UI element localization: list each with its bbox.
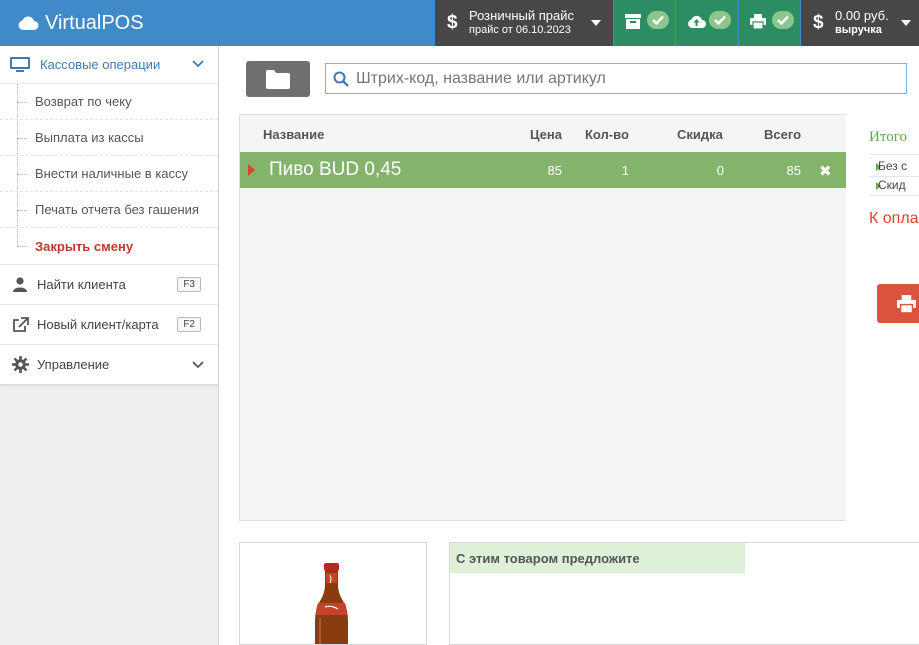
shortcut-badge: F2 bbox=[177, 317, 201, 332]
row-qty[interactable]: 1 bbox=[622, 163, 629, 178]
chevron-down-icon bbox=[192, 361, 204, 369]
row-product-name: Пиво BUD 0,45 bbox=[269, 159, 402, 180]
chevron-down-icon bbox=[192, 60, 204, 68]
top-bar: VirtualPOS $ Розничный прайс прайс от 06… bbox=[0, 0, 919, 46]
sidebar-item-cash-payout[interactable]: Выплата из кассы bbox=[0, 120, 218, 156]
printer-icon bbox=[897, 294, 916, 313]
search-input[interactable] bbox=[356, 69, 896, 88]
table-row[interactable]: Пиво BUD 0,45 85 1 0 85 ✖ bbox=[240, 152, 846, 188]
cash-label: выручка bbox=[835, 24, 882, 36]
new-client-label: Новый клиент/карта bbox=[37, 317, 159, 332]
product-image-card bbox=[239, 542, 427, 645]
divider bbox=[869, 154, 919, 155]
column-header-discount: Скидка bbox=[677, 127, 723, 142]
sidebar-item-new-client[interactable]: Новый клиент/карта F2 bbox=[0, 304, 218, 344]
sidebar-section-cash-operations[interactable]: Кассовые операции bbox=[0, 46, 218, 84]
beer-bottle-image bbox=[315, 563, 348, 644]
sidebar-section-label: Кассовые операции bbox=[40, 57, 161, 72]
monitor-icon bbox=[10, 56, 30, 72]
check-icon bbox=[647, 11, 669, 29]
dollar-icon: $ bbox=[447, 12, 458, 33]
check-icon bbox=[772, 11, 794, 29]
gear-icon bbox=[11, 356, 29, 373]
sidebar: Кассовые операции Возврат по чеку Выплат… bbox=[0, 46, 219, 645]
remove-row-icon[interactable]: ✖ bbox=[819, 162, 832, 180]
search-field[interactable] bbox=[325, 63, 907, 94]
sidebar-item-print-x-report[interactable]: Печать отчета без гашения bbox=[0, 192, 218, 228]
row-price: 85 bbox=[547, 163, 562, 178]
shortcut-badge: F3 bbox=[177, 277, 201, 292]
printer-icon bbox=[750, 14, 766, 29]
price-list-dropdown[interactable]: $ Розничный прайс прайс от 06.10.2023 bbox=[435, 0, 613, 46]
sidebar-menu: Кассовые операции Возврат по чеку Выплат… bbox=[0, 46, 218, 385]
cash-amount: 0.00 руб. bbox=[835, 8, 889, 23]
column-header-price: Цена bbox=[530, 127, 562, 142]
app-title: VirtualPOS bbox=[45, 11, 144, 34]
price-list-title: Розничный прайс bbox=[469, 8, 575, 23]
row-arrow-icon bbox=[248, 164, 255, 176]
suggestions-panel: С этим товаром предложите bbox=[449, 542, 919, 645]
totals-title: Итого bbox=[869, 129, 907, 145]
suggestions-title: С этим товаром предложите bbox=[450, 543, 745, 573]
check-icon bbox=[709, 11, 731, 29]
external-link-icon bbox=[12, 316, 29, 332]
row-discount[interactable]: 0 bbox=[717, 163, 724, 178]
cloud-sync-button[interactable] bbox=[676, 0, 738, 46]
divider bbox=[869, 195, 919, 196]
column-header-qty: Кол-во bbox=[585, 127, 629, 142]
price-list-date: прайс от 06.10.2023 bbox=[469, 24, 571, 36]
dollar-icon: $ bbox=[813, 12, 824, 33]
row-total: 85 bbox=[786, 163, 801, 178]
caret-down-icon bbox=[591, 20, 601, 26]
cloud-icon bbox=[18, 16, 39, 30]
printer-status-button[interactable] bbox=[739, 0, 800, 46]
sidebar-item-cash-deposit[interactable]: Внести наличные в кассу bbox=[0, 156, 218, 192]
management-label: Управление bbox=[37, 357, 110, 372]
cash-revenue-dropdown[interactable]: $ 0.00 руб. выручка bbox=[801, 0, 919, 46]
sidebar-item-management[interactable]: Управление bbox=[0, 344, 218, 384]
find-client-label: Найти клиента bbox=[37, 277, 126, 292]
sidebar-item-return-by-receipt[interactable]: Возврат по чеку bbox=[0, 84, 218, 120]
user-icon bbox=[13, 277, 27, 292]
catalog-folder-button[interactable] bbox=[246, 61, 310, 97]
folder-icon bbox=[266, 69, 290, 89]
cloud-upload-icon bbox=[688, 15, 706, 28]
archive-status-button[interactable] bbox=[614, 0, 675, 46]
divider bbox=[869, 176, 919, 177]
discount-label: Скид bbox=[878, 178, 906, 192]
sidebar-item-find-client[interactable]: Найти клиента F3 bbox=[0, 264, 218, 304]
column-header-total: Всего bbox=[764, 127, 802, 142]
brand: VirtualPOS bbox=[17, 10, 144, 36]
amount-due-label: К опла bbox=[869, 210, 919, 227]
print-receipt-button[interactable] bbox=[877, 284, 919, 323]
search-icon bbox=[333, 71, 349, 87]
caret-down-icon bbox=[901, 20, 911, 26]
subtotal-label: Без с bbox=[878, 159, 908, 173]
cash-operations-submenu: Возврат по чеку Выплата из кассы Внести … bbox=[0, 84, 218, 264]
archive-icon bbox=[625, 14, 641, 29]
sidebar-item-close-shift[interactable]: Закрыть смену bbox=[0, 228, 218, 264]
column-header-name: Название bbox=[263, 127, 325, 142]
